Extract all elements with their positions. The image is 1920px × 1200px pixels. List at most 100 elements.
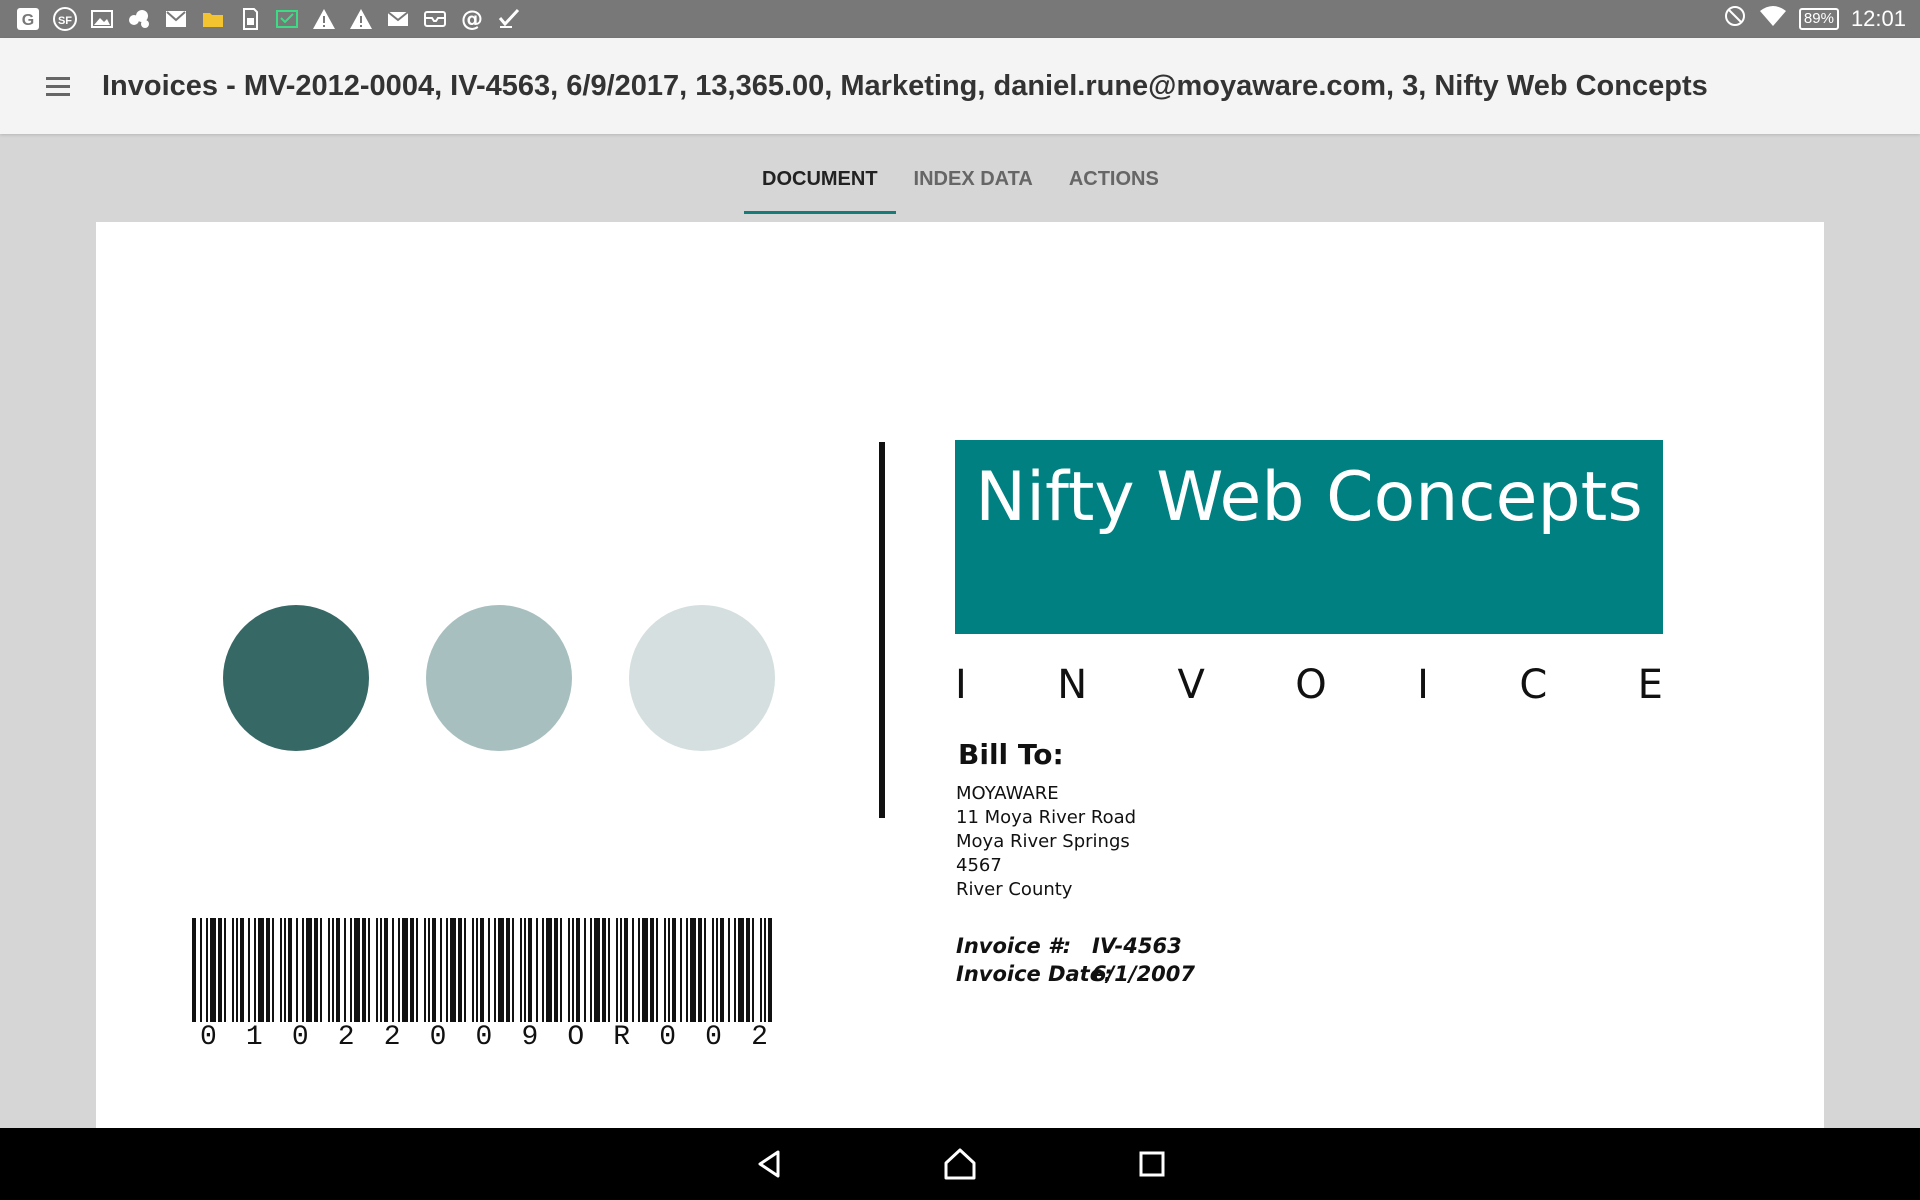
invoice-number-row: Invoice #: IV-4563 — [956, 934, 1182, 958]
cloud-share-icon — [125, 5, 153, 33]
barcode-bar — [584, 918, 586, 1022]
back-icon[interactable] — [752, 1146, 788, 1182]
invoice-letter: O — [1295, 662, 1327, 708]
barcode-bar — [328, 918, 330, 1022]
barcode-bar — [392, 918, 394, 1022]
address-line: Moya River Springs — [956, 831, 1130, 852]
barcode-bar — [210, 918, 216, 1022]
system-tray: 89% 12:01 — [1723, 0, 1906, 38]
tab-document[interactable]: DOCUMENT — [744, 134, 896, 214]
address-line: 11 Moya River Road — [956, 807, 1137, 828]
bill-to-address: MOYAWARE 11 Moya River Road Moya River S… — [956, 782, 1136, 902]
barcode-digit: R — [613, 1022, 631, 1053]
invoice-date-label: Invoice Date: — [956, 962, 1113, 986]
barcode-bar — [728, 918, 730, 1022]
barcode-bar — [752, 918, 754, 1022]
barcode-bar — [344, 918, 346, 1022]
barcode-bar — [734, 918, 736, 1022]
invoice-letter: E — [1637, 662, 1663, 708]
invoice-letter: I — [1417, 662, 1429, 708]
barcode-bar — [410, 918, 414, 1022]
home-icon[interactable] — [942, 1146, 978, 1182]
barcode-bar — [764, 918, 766, 1022]
barcode-bar — [280, 918, 282, 1022]
logo-circle-light — [629, 605, 775, 751]
barcode-bar — [554, 918, 558, 1022]
at-icon: @ — [458, 5, 486, 33]
barcode-bar — [632, 918, 634, 1022]
vertical-divider — [879, 442, 885, 818]
barcode-bar — [432, 918, 436, 1022]
bill-to-label: Bill To: — [958, 738, 1064, 771]
invoice-letter: V — [1177, 662, 1205, 708]
invoice-heading: I N V O I C E — [955, 662, 1663, 708]
barcode-bar — [760, 918, 762, 1022]
document-viewer[interactable]: 0 1 0 2 2 0 0 9 O R 0 0 2 Nifty Web Conc… — [96, 222, 1824, 1128]
folder-icon — [199, 5, 227, 33]
barcode-bar — [542, 918, 544, 1022]
barcode-bar — [192, 918, 196, 1022]
barcode-bar — [560, 918, 562, 1022]
barcode-bar — [686, 918, 688, 1022]
svg-text:SF: SF — [58, 15, 72, 27]
mail-icon — [384, 5, 412, 33]
barcode-bar — [480, 918, 484, 1022]
company-name: Nifty Web Concepts — [975, 458, 1643, 537]
tab-index-data[interactable]: INDEX DATA — [896, 134, 1051, 214]
wifi-icon — [1759, 4, 1787, 34]
barcode-bar — [664, 918, 666, 1022]
invoice-number-value: IV-4563 — [1092, 934, 1182, 958]
svg-text:@: @ — [461, 7, 483, 32]
logo-circle-medium — [426, 605, 572, 751]
barcode-bar — [494, 918, 496, 1022]
svg-text:G: G — [22, 12, 34, 29]
barcode-bar — [520, 918, 522, 1022]
gmail-icon — [162, 5, 190, 33]
barcode-bar — [362, 918, 366, 1022]
barcode-bar — [624, 918, 628, 1022]
barcode-digit: 0 — [705, 1022, 722, 1053]
barcode-bar — [716, 918, 718, 1022]
google-icon: G — [14, 5, 42, 33]
barcode-bar — [528, 918, 532, 1022]
status-bar: G SF @ 89% 12:01 — [0, 0, 1920, 38]
barcode-digit: 0 — [475, 1022, 493, 1053]
barcode-digit: 2 — [751, 1022, 768, 1053]
barcode-bar — [680, 918, 682, 1022]
barcode-bar — [284, 918, 286, 1022]
barcode — [192, 918, 772, 1022]
barcode-bar — [464, 918, 466, 1022]
menu-icon[interactable] — [40, 68, 76, 104]
clock: 12:01 — [1850, 6, 1906, 31]
barcode-bar — [498, 918, 504, 1022]
barcode-bar — [384, 918, 388, 1022]
barcode-bar — [616, 918, 618, 1022]
do-not-disturb-icon — [1723, 4, 1747, 34]
sf-icon: SF — [51, 5, 79, 33]
app-bar: Invoices - MV-2012-0004, IV-4563, 6/9/20… — [0, 38, 1920, 134]
barcode-bar — [746, 918, 750, 1022]
barcode-bar — [416, 918, 418, 1022]
barcode-bar — [594, 918, 600, 1022]
barcode-bar — [576, 918, 580, 1022]
barcode-bar — [524, 918, 526, 1022]
barcode-bar — [424, 918, 426, 1022]
barcode-bar — [288, 918, 292, 1022]
barcode-bar — [398, 918, 400, 1022]
barcode-bar — [546, 918, 552, 1022]
barcode-digit: 0 — [659, 1022, 677, 1053]
barcode-bar — [698, 918, 702, 1022]
tab-actions[interactable]: ACTIONS — [1051, 134, 1177, 214]
logo-circle-dark — [223, 605, 369, 751]
barcode-bar — [608, 918, 610, 1022]
barcode-bar — [668, 918, 670, 1022]
barcode-bar — [536, 918, 538, 1022]
barcode-bar — [638, 918, 640, 1022]
address-line: MOYAWARE — [956, 783, 1059, 804]
recents-icon[interactable] — [1134, 1146, 1170, 1182]
barcode-bar — [254, 918, 256, 1022]
barcode-bar — [206, 918, 208, 1022]
barcode-bar — [650, 918, 654, 1022]
barcode-digit: 2 — [383, 1022, 401, 1053]
barcode-bar — [572, 918, 574, 1022]
